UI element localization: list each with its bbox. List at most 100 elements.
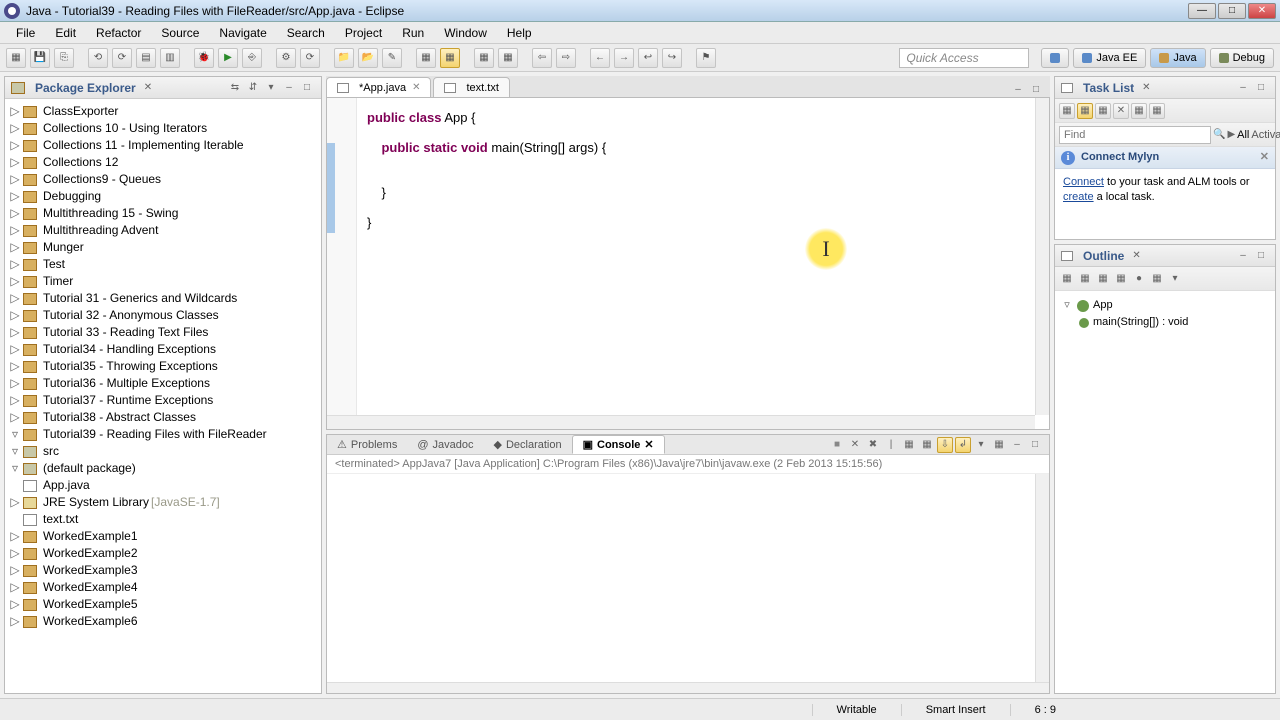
- tool-button[interactable]: ▦: [440, 48, 460, 68]
- quick-access-input[interactable]: Quick Access: [899, 48, 1029, 68]
- run-button[interactable]: ▶: [218, 48, 238, 68]
- task-icon[interactable]: ✕: [1113, 103, 1129, 119]
- debug-button[interactable]: 🐞: [194, 48, 214, 68]
- menu-refactor[interactable]: Refactor: [86, 24, 151, 42]
- maximize-icon[interactable]: □: [299, 80, 315, 96]
- tool-button[interactable]: ▦: [498, 48, 518, 68]
- code-content[interactable]: public class App { public static void ma…: [327, 98, 1049, 242]
- minimize-icon[interactable]: –: [281, 80, 297, 96]
- tab-javadoc[interactable]: @ Javadoc: [407, 437, 483, 453]
- console-scrollbar-v[interactable]: [1035, 474, 1049, 682]
- menu-search[interactable]: Search: [277, 24, 335, 42]
- tool-button[interactable]: ✎: [382, 48, 402, 68]
- console-icon[interactable]: ▦: [991, 437, 1007, 453]
- task-activate-label[interactable]: Activate...: [1251, 129, 1280, 141]
- outline-icon[interactable]: ▦: [1149, 271, 1165, 287]
- maximize-button[interactable]: □: [1218, 3, 1246, 19]
- code-editor[interactable]: public class App { public static void ma…: [326, 98, 1050, 430]
- outline-icon[interactable]: ▦: [1095, 271, 1111, 287]
- view-menu-icon[interactable]: ▾: [263, 80, 279, 96]
- saveall-button[interactable]: ⎘: [54, 48, 74, 68]
- close-icon[interactable]: ✕: [1260, 150, 1269, 165]
- close-icon[interactable]: ✕: [1132, 250, 1140, 261]
- save-button[interactable]: 💾: [30, 48, 50, 68]
- tool-button[interactable]: 📁: [334, 48, 354, 68]
- tool-button[interactable]: ▦: [474, 48, 494, 68]
- tool-button[interactable]: ↩: [638, 48, 658, 68]
- minimize-icon[interactable]: –: [1010, 81, 1026, 97]
- tool-button[interactable]: ⚑: [696, 48, 716, 68]
- task-icon[interactable]: ▦: [1149, 103, 1165, 119]
- minimize-icon[interactable]: –: [1009, 437, 1025, 453]
- maximize-icon[interactable]: □: [1253, 248, 1269, 264]
- outline-icon[interactable]: ●: [1131, 271, 1147, 287]
- editor-scrollbar-h[interactable]: [327, 415, 1035, 429]
- maximize-icon[interactable]: □: [1253, 80, 1269, 96]
- console-icon[interactable]: ▾: [973, 437, 989, 453]
- console-icon[interactable]: ▦: [901, 437, 917, 453]
- arrow-icon[interactable]: ▶: [1227, 127, 1235, 143]
- close-button[interactable]: ✕: [1248, 3, 1276, 19]
- outline-icon[interactable]: ▦: [1059, 271, 1075, 287]
- tool-button[interactable]: ⚙: [276, 48, 296, 68]
- tool-button[interactable]: ▦: [416, 48, 436, 68]
- open-perspective-button[interactable]: [1041, 48, 1069, 68]
- perspective-debug[interactable]: Debug: [1210, 48, 1274, 68]
- close-tab-icon[interactable]: ✕: [412, 82, 420, 93]
- task-icon[interactable]: ▦: [1131, 103, 1147, 119]
- collapse-icon[interactable]: ⇆: [227, 80, 243, 96]
- tool-button[interactable]: ▤: [136, 48, 156, 68]
- editor-tab-text[interactable]: text.txt: [433, 77, 509, 97]
- menu-project[interactable]: Project: [335, 24, 392, 42]
- task-icon[interactable]: ▦: [1077, 103, 1093, 119]
- perspective-javaee[interactable]: Java EE: [1073, 48, 1146, 68]
- run-ext-button[interactable]: ⎆: [242, 48, 262, 68]
- close-icon[interactable]: ✕: [644, 438, 653, 451]
- word-wrap-icon[interactable]: ↲: [955, 437, 971, 453]
- remove-icon[interactable]: ✕: [847, 437, 863, 453]
- minimize-icon[interactable]: –: [1235, 80, 1251, 96]
- outline-icon[interactable]: ▦: [1113, 271, 1129, 287]
- tool-button[interactable]: →: [614, 48, 634, 68]
- console-output[interactable]: [327, 474, 1035, 682]
- console-scrollbar-h[interactable]: [327, 682, 1049, 693]
- terminate-icon[interactable]: ■: [829, 437, 845, 453]
- tool-button[interactable]: ⇦: [532, 48, 552, 68]
- package-explorer-tree[interactable]: ▷ClassExporter ▷Collections 10 - Using I…: [5, 99, 321, 693]
- scroll-lock-icon[interactable]: ⇩: [937, 437, 953, 453]
- maximize-icon[interactable]: □: [1028, 81, 1044, 97]
- link-icon[interactable]: ⇵: [245, 80, 261, 96]
- menu-window[interactable]: Window: [434, 24, 497, 42]
- menu-source[interactable]: Source: [151, 24, 209, 42]
- tool-button[interactable]: ↪: [662, 48, 682, 68]
- close-icon[interactable]: ✕: [1142, 82, 1150, 93]
- task-all-label[interactable]: All: [1237, 129, 1249, 141]
- tool-button[interactable]: 📂: [358, 48, 378, 68]
- removeall-icon[interactable]: ✖: [865, 437, 881, 453]
- tab-problems[interactable]: ⚠ Problems: [327, 436, 407, 453]
- console-icon[interactable]: ▦: [919, 437, 935, 453]
- maximize-icon[interactable]: □: [1027, 437, 1043, 453]
- menu-file[interactable]: File: [6, 24, 45, 42]
- menu-run[interactable]: Run: [392, 24, 434, 42]
- tool-button[interactable]: ←: [590, 48, 610, 68]
- outline-icon[interactable]: ▾: [1167, 271, 1183, 287]
- task-icon[interactable]: ▦: [1095, 103, 1111, 119]
- menu-navigate[interactable]: Navigate: [209, 24, 276, 42]
- search-icon[interactable]: 🔍: [1213, 127, 1225, 143]
- perspective-java[interactable]: Java: [1150, 48, 1205, 68]
- menu-help[interactable]: Help: [497, 24, 542, 42]
- task-new-icon[interactable]: ▦: [1059, 103, 1075, 119]
- tool-button[interactable]: ▥: [160, 48, 180, 68]
- close-icon[interactable]: ✕: [144, 82, 152, 93]
- minimize-icon[interactable]: –: [1235, 248, 1251, 264]
- tool-button[interactable]: ⇨: [556, 48, 576, 68]
- tab-declaration[interactable]: ◆ Declaration: [484, 436, 572, 453]
- menu-edit[interactable]: Edit: [45, 24, 86, 42]
- connect-link[interactable]: Connect: [1063, 176, 1104, 188]
- editor-scrollbar-v[interactable]: [1035, 98, 1049, 415]
- tool-button[interactable]: ⟳: [300, 48, 320, 68]
- minimize-button[interactable]: —: [1188, 3, 1216, 19]
- create-link[interactable]: create: [1063, 191, 1094, 203]
- task-find-input[interactable]: [1059, 126, 1211, 144]
